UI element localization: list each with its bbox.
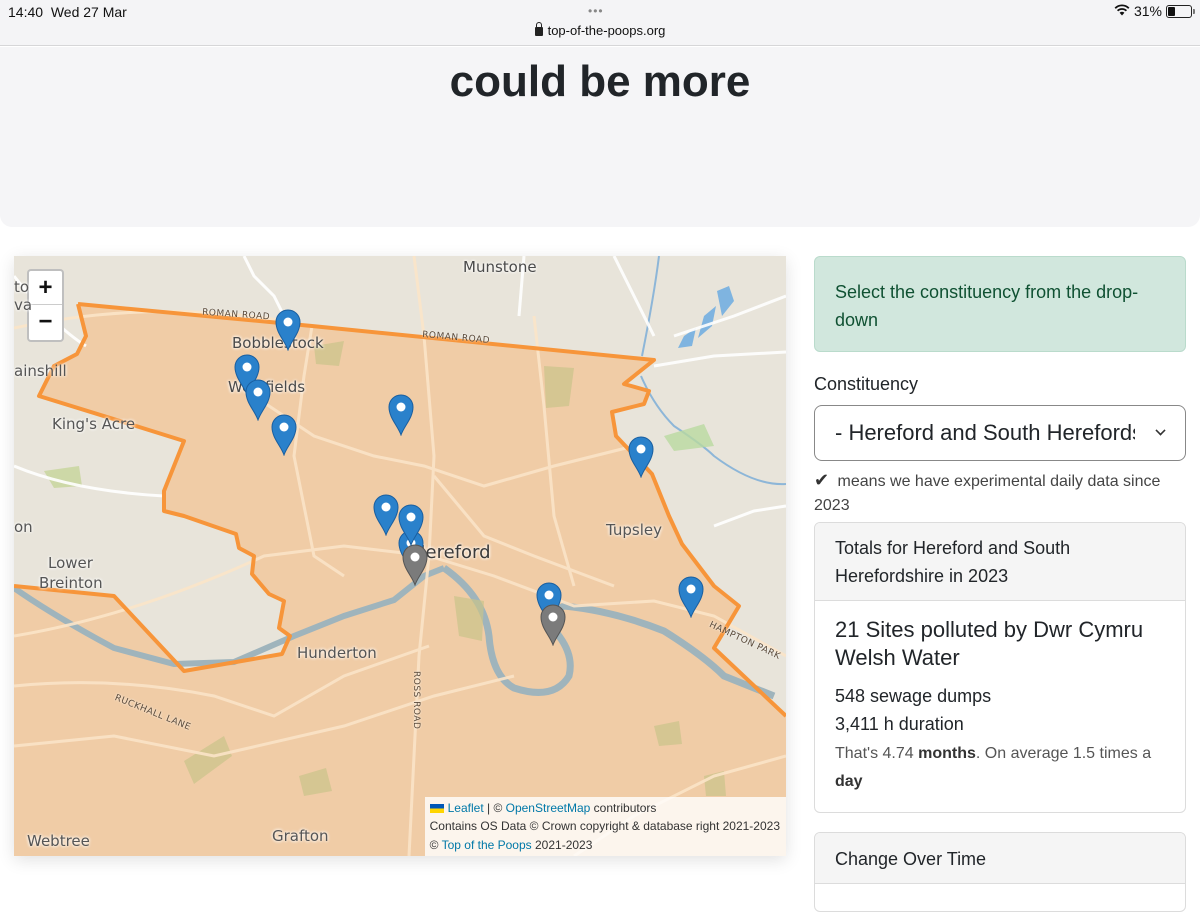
place-label-kings-acre: King's Acre — [52, 415, 136, 433]
battery-percent: 31% — [1133, 3, 1162, 19]
place-label-lower: Lower — [48, 554, 93, 572]
hero-title: could be more — [449, 57, 751, 106]
road-label-ross-road: ROSS ROAD — [411, 671, 421, 730]
ios-status-bar: 14:40 Wed 27 Mar ••• top-of-the-poops.or… — [0, 0, 1200, 46]
status-right: 31% — [1114, 3, 1195, 19]
map-marker-grey[interactable] — [402, 544, 428, 587]
place-label-munstone: Munstone — [463, 258, 537, 276]
wifi-icon — [1114, 3, 1130, 19]
map-marker-grey[interactable] — [540, 604, 566, 647]
duration-note: That's 4.74 months. On average 1.5 times… — [835, 745, 1152, 790]
leaflet-link[interactable]: Leaflet — [448, 801, 484, 815]
map-marker-blue[interactable] — [388, 394, 414, 437]
map-attribution: Leaflet | © OpenStreetMap contributors C… — [424, 796, 786, 856]
totals-card: Totals for Hereford and South Herefordsh… — [814, 522, 1186, 813]
daily-data-hint: ✔ means we have experimental daily data … — [814, 470, 1161, 514]
zoom-in-button[interactable]: + — [29, 271, 62, 305]
map[interactable]: + − to va Munstone Bobblestock Westfield… — [14, 256, 786, 856]
sewage-dumps-stat: 548 sewage dumps — [835, 686, 992, 706]
place-label-edge-left: on — [14, 518, 33, 536]
sites-polluted-title: 21 Sites polluted by Dwr Cymru Welsh Wat… — [835, 617, 1144, 670]
zoom-control: + − — [27, 269, 64, 342]
place-label-tupsley: Tupsley — [606, 521, 663, 539]
constituency-select[interactable]: - Hereford and South Herefordshire — [814, 405, 1186, 461]
checkmark-icon: ✔ — [814, 470, 830, 490]
url-text: top-of-the-poops.org — [547, 23, 666, 38]
change-over-time-header: Change Over Time — [815, 833, 1185, 884]
chevron-down-icon — [1155, 425, 1166, 436]
change-over-time-card: Change Over Time — [814, 832, 1186, 912]
status-time: 14:40 Wed 27 Mar — [8, 4, 127, 20]
zoom-out-button[interactable]: − — [29, 305, 62, 339]
map-marker-blue[interactable] — [628, 436, 654, 479]
totals-card-header: Totals for Hereford and South Herefordsh… — [815, 523, 1185, 601]
map-marker-blue[interactable] — [678, 576, 704, 619]
tab-dots-icon[interactable]: ••• — [588, 4, 604, 18]
hero-section: could be more — [0, 47, 1200, 227]
constituency-selected-value: - Hereford and South Herefordshire — [835, 420, 1135, 445]
place-label-breinton: Breinton — [39, 574, 103, 592]
place-label-webtree: Webtree — [27, 832, 90, 850]
map-marker-blue[interactable] — [373, 494, 399, 537]
osm-link[interactable]: OpenStreetMap — [506, 801, 591, 815]
map-marker-blue[interactable] — [275, 309, 301, 352]
battery-icon — [1166, 4, 1195, 18]
info-alert: Select the constituency from the drop-do… — [814, 256, 1186, 352]
place-label-ainshill: ainshill — [14, 362, 67, 380]
map-marker-blue[interactable] — [271, 414, 297, 457]
os-data-credit: Contains OS Data © Crown copyright & dat… — [429, 819, 780, 833]
lock-icon — [534, 22, 543, 36]
map-marker-blue[interactable] — [398, 504, 424, 547]
place-label-edge: va — [14, 296, 33, 314]
map-marker-blue[interactable] — [245, 379, 271, 422]
constituency-label: Constituency — [814, 374, 919, 394]
place-label-hunderton: Hunderton — [297, 644, 377, 662]
sidebar: Select the constituency from the drop-do… — [814, 256, 1186, 813]
top-of-the-poops-link[interactable]: Top of the Poops — [442, 838, 532, 852]
place-label-grafton: Grafton — [272, 827, 329, 845]
duration-stat: 3,411 h duration — [835, 714, 964, 734]
address-bar[interactable]: top-of-the-poops.org — [0, 22, 1200, 38]
ukraine-flag-icon — [429, 803, 444, 813]
place-label-edge: to — [14, 278, 30, 296]
